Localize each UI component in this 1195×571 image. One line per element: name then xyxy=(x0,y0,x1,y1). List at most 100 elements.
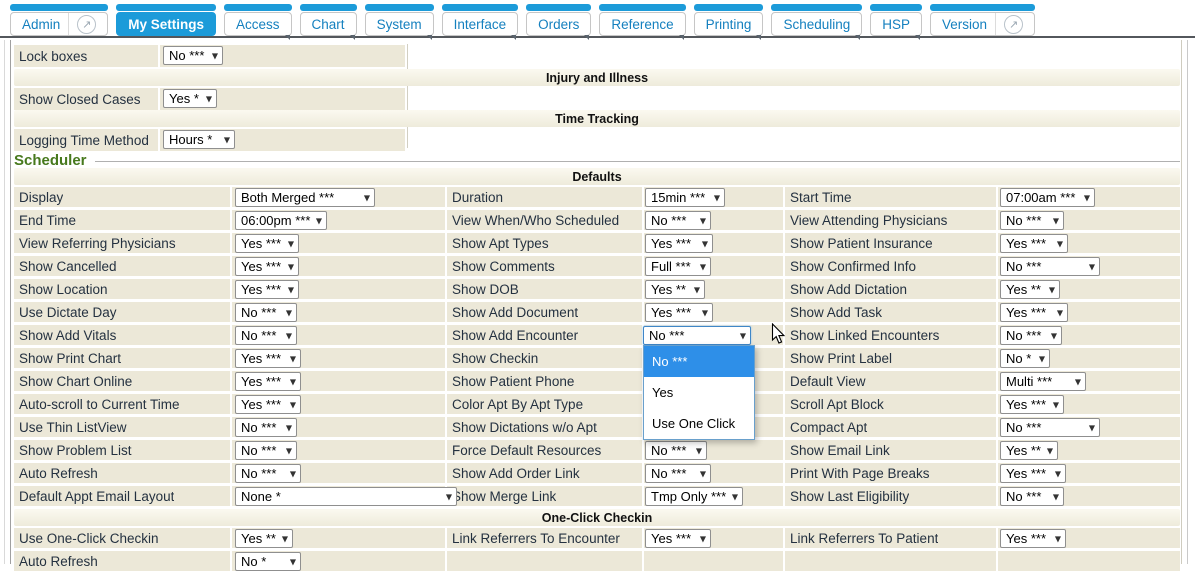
dropdown-option-use-one-click[interactable]: Use One Click xyxy=(644,408,754,439)
dropdown-arrow-icon: ▼ xyxy=(696,446,702,455)
select-show-cancelled[interactable]: Yes ***▼ xyxy=(235,257,299,276)
select-show-linked-encounters[interactable]: No ***▼ xyxy=(1000,326,1062,345)
select-value: No *** xyxy=(241,305,276,320)
setting-label: Show Add Encounter xyxy=(447,328,578,343)
tab-label: Access xyxy=(236,17,280,32)
tab-interface[interactable]: Interface xyxy=(442,4,519,36)
setting-label: Show Checkin xyxy=(447,351,538,366)
select-end-time[interactable]: 06:00pm ***▼ xyxy=(235,211,327,230)
select-link-referrers-to-encounter[interactable]: Yes ***▼ xyxy=(645,529,711,548)
setting-label: Show Patient Insurance xyxy=(785,236,933,251)
select-show-print-chart[interactable]: Yes ***▼ xyxy=(235,349,301,368)
select-show-add-task[interactable]: Yes ***▼ xyxy=(1000,303,1068,322)
row-cell: Show Location xyxy=(14,279,230,299)
select-value: No *** xyxy=(241,420,276,435)
select-value: Full *** xyxy=(651,259,691,274)
select-use-thin-listview[interactable]: No ***▼ xyxy=(235,418,297,437)
mouse-cursor xyxy=(771,323,786,350)
tab-label: Printing xyxy=(706,17,752,32)
select-show-patient-insurance[interactable]: Yes ***▼ xyxy=(1000,234,1068,253)
select-show-comments[interactable]: Full ***▼ xyxy=(645,257,711,276)
select-show-merge-link[interactable]: Tmp Only ***▼ xyxy=(645,487,743,506)
tab-orders[interactable]: Orders xyxy=(526,4,591,36)
select-use-dictate-day[interactable]: No ***▼ xyxy=(235,303,297,322)
select-show-closed-cases[interactable]: Yes *▼ xyxy=(163,89,217,108)
select-show-add-vitals[interactable]: No ***▼ xyxy=(235,326,297,345)
select-lock-boxes[interactable]: No ***▼ xyxy=(163,46,223,65)
setting-label: Show Patient Phone xyxy=(447,374,574,389)
select-value: 15min *** xyxy=(651,190,705,205)
select-default-appt-email-layout[interactable]: None *▼ xyxy=(235,487,457,506)
tab-system[interactable]: System xyxy=(365,4,434,36)
tab-printing[interactable]: Printing xyxy=(694,4,764,36)
row-cell: Auto Refresh xyxy=(14,463,230,483)
select-show-add-encounter[interactable]: No ***▼ xyxy=(643,326,751,345)
tab-admin[interactable]: Admin↗ xyxy=(10,4,108,36)
select-print-with-page-breaks[interactable]: Yes ***▼ xyxy=(1000,464,1066,483)
setting-label: Show Chart Online xyxy=(14,374,132,389)
select-show-dob[interactable]: Yes **▼ xyxy=(645,280,705,299)
tab-version[interactable]: Version↗ xyxy=(930,4,1035,36)
select-default-view[interactable]: Multi ***▼ xyxy=(1000,372,1086,391)
select-display[interactable]: Both Merged ***▼ xyxy=(235,188,375,207)
select-show-add-dictation[interactable]: Yes **▼ xyxy=(1000,280,1060,299)
dropdown-option-yes[interactable]: Yes xyxy=(644,377,754,408)
row-cell: View Referring Physicians xyxy=(14,233,230,253)
select-scroll-apt-block[interactable]: Yes ***▼ xyxy=(1000,395,1064,414)
dropdown-arrow-icon: ▼ xyxy=(714,193,720,202)
section-header-label: Time Tracking xyxy=(555,112,639,126)
select-start-time[interactable]: 07:00am ***▼ xyxy=(1000,188,1095,207)
setting-label: Logging Time Method xyxy=(14,133,149,148)
external-link-icon[interactable]: ↗ xyxy=(1004,15,1023,34)
select-view-when-who-scheduled[interactable]: No ***▼ xyxy=(645,211,711,230)
select-show-email-link[interactable]: Yes **▼ xyxy=(1000,441,1058,460)
tab-label: Orders xyxy=(538,17,579,32)
tab-chart[interactable]: Chart xyxy=(300,4,357,36)
select-show-chart-online[interactable]: Yes ***▼ xyxy=(235,372,301,391)
select-value: Yes *** xyxy=(241,282,281,297)
select-compact-apt[interactable]: No ***▼ xyxy=(1000,418,1100,437)
setting-label: Show Location xyxy=(14,282,108,297)
select-show-confirmed-info[interactable]: No ***▼ xyxy=(1000,257,1100,276)
select-auto-refresh[interactable]: No *▼ xyxy=(235,552,301,571)
select-logging-time-method[interactable]: Hours *▼ xyxy=(163,130,235,149)
select-show-apt-types[interactable]: Yes ***▼ xyxy=(645,234,713,253)
frame-line xyxy=(407,44,408,148)
row-cell: Show Add Order Link xyxy=(447,463,642,483)
select-view-referring-physicians[interactable]: Yes ***▼ xyxy=(235,234,299,253)
setting-label: Display xyxy=(14,190,63,205)
select-show-last-eligibility[interactable]: No ***▼ xyxy=(1000,487,1064,506)
select-link-referrers-to-patient[interactable]: Yes ***▼ xyxy=(1000,529,1066,548)
select-show-problem-list[interactable]: No ***▼ xyxy=(235,441,297,460)
select-show-add-document[interactable]: Yes ***▼ xyxy=(645,303,713,322)
dropdown-arrow-icon: ▼ xyxy=(286,331,292,340)
select-value: No * xyxy=(1006,351,1031,366)
tab-my-settings[interactable]: My Settings xyxy=(116,4,216,36)
dropdown-option-label: Use One Click xyxy=(652,416,735,431)
select-auto-refresh[interactable]: No ***▼ xyxy=(235,464,301,483)
row-cell: Show Problem List xyxy=(14,440,230,460)
select-value: Yes *** xyxy=(241,259,281,274)
select-show-location[interactable]: Yes ***▼ xyxy=(235,280,299,299)
external-link-icon[interactable]: ↗ xyxy=(77,15,96,34)
select-view-attending-physicians[interactable]: No ***▼ xyxy=(1000,211,1064,230)
row-cell: Show Last Eligibility xyxy=(785,486,996,506)
tab-scheduling[interactable]: Scheduling xyxy=(771,4,862,36)
select-force-default-resources[interactable]: No ***▼ xyxy=(645,441,707,460)
dropdown-option-label: Yes xyxy=(652,385,673,400)
select-auto-scroll-to-current-time[interactable]: Yes ***▼ xyxy=(235,395,301,414)
dropdown-option-no[interactable]: No *** xyxy=(644,346,754,377)
setting-label: Show Email Link xyxy=(785,443,890,458)
select-use-one-click-checkin[interactable]: Yes **▼ xyxy=(235,529,293,548)
tab-accent-strip xyxy=(116,4,216,11)
select-show-add-order-link[interactable]: No ***▼ xyxy=(645,464,711,483)
select-show-print-label[interactable]: No *▼ xyxy=(1000,349,1050,368)
tab-hsp[interactable]: HSP xyxy=(870,4,922,36)
tab-access[interactable]: Access xyxy=(224,4,292,36)
tab-reference[interactable]: Reference xyxy=(599,4,685,36)
select-value: No *** xyxy=(651,213,686,228)
setting-label: View Referring Physicians xyxy=(14,236,176,251)
row-cell: Auto-scroll to Current Time xyxy=(14,394,230,414)
select-duration[interactable]: 15min *** ▼ xyxy=(645,188,725,207)
row-cell: Show Cancelled xyxy=(14,256,230,276)
